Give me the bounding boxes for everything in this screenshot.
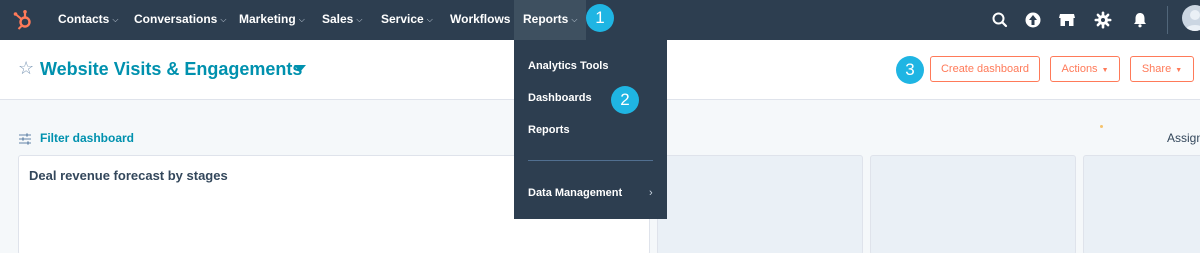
report-card-placeholder bbox=[1083, 155, 1200, 253]
step-badge-2: 2 bbox=[611, 86, 639, 114]
star-icon[interactable]: ☆ bbox=[18, 58, 34, 79]
nav-conversations[interactable]: Conversations ⌵ bbox=[134, 0, 226, 40]
menu-item-data-management[interactable]: Data Management bbox=[528, 187, 622, 199]
filter-dashboard-link[interactable]: Filter dashboard bbox=[40, 131, 134, 145]
menu-item-reports[interactable]: Reports bbox=[528, 124, 570, 136]
filter-icon[interactable] bbox=[19, 133, 31, 145]
bell-icon[interactable] bbox=[1130, 10, 1150, 30]
gear-icon[interactable] bbox=[1093, 10, 1113, 30]
assign-label[interactable]: Assign bbox=[1167, 131, 1200, 145]
chevron-down-icon: ⌵ bbox=[571, 15, 578, 24]
chevron-down-icon: ⌵ bbox=[356, 15, 363, 24]
step-badge-1: 1 bbox=[586, 4, 614, 32]
menu-divider bbox=[528, 160, 653, 161]
chevron-down-icon: ⌵ bbox=[220, 15, 227, 24]
reports-dropdown-menu: Analytics Tools Dashboards Reports Data … bbox=[514, 40, 667, 219]
nav-contacts[interactable]: Contacts ⌵ bbox=[58, 0, 118, 40]
menu-item-dashboards[interactable]: Dashboards bbox=[528, 92, 592, 104]
chevron-down-icon: ⌵ bbox=[112, 15, 119, 24]
caret-down-icon: ▼ bbox=[1101, 67, 1109, 74]
avatar[interactable] bbox=[1182, 5, 1200, 31]
caret-down-icon[interactable] bbox=[294, 65, 306, 72]
user-icon bbox=[1185, 10, 1200, 31]
marketplace-icon[interactable] bbox=[1057, 10, 1077, 30]
nav-workflows[interactable]: Workflows bbox=[450, 0, 510, 40]
hubspot-logo-icon[interactable] bbox=[12, 9, 34, 31]
report-card-title: Deal revenue forecast by stages bbox=[29, 168, 228, 183]
nav-divider bbox=[1167, 6, 1168, 34]
report-card-placeholder bbox=[870, 155, 1076, 253]
report-card-placeholder bbox=[657, 155, 863, 253]
upgrade-icon[interactable] bbox=[1023, 10, 1043, 30]
nav-service[interactable]: Service ⌵ bbox=[381, 0, 433, 40]
step-badge-3: 3 bbox=[896, 56, 924, 84]
search-icon[interactable] bbox=[990, 10, 1010, 30]
share-button[interactable]: Share ▼ bbox=[1130, 56, 1194, 82]
nav-sales[interactable]: Sales ⌵ bbox=[322, 0, 362, 40]
create-dashboard-button[interactable]: Create dashboard bbox=[930, 56, 1040, 82]
menu-item-analytics-tools[interactable]: Analytics Tools bbox=[528, 60, 608, 72]
nav-reports[interactable]: Reports ⌵ bbox=[514, 0, 587, 40]
nav-marketing[interactable]: Marketing ⌵ bbox=[239, 0, 305, 40]
chevron-down-icon: ⌵ bbox=[426, 15, 433, 24]
caret-down-icon: ▼ bbox=[1175, 67, 1183, 74]
decorative-dot bbox=[1100, 125, 1103, 128]
actions-button[interactable]: Actions ▼ bbox=[1050, 56, 1120, 82]
chevron-down-icon: ⌵ bbox=[298, 15, 305, 24]
page-title[interactable]: Website Visits & Engagements bbox=[40, 59, 302, 80]
chevron-right-icon: › bbox=[649, 187, 653, 199]
